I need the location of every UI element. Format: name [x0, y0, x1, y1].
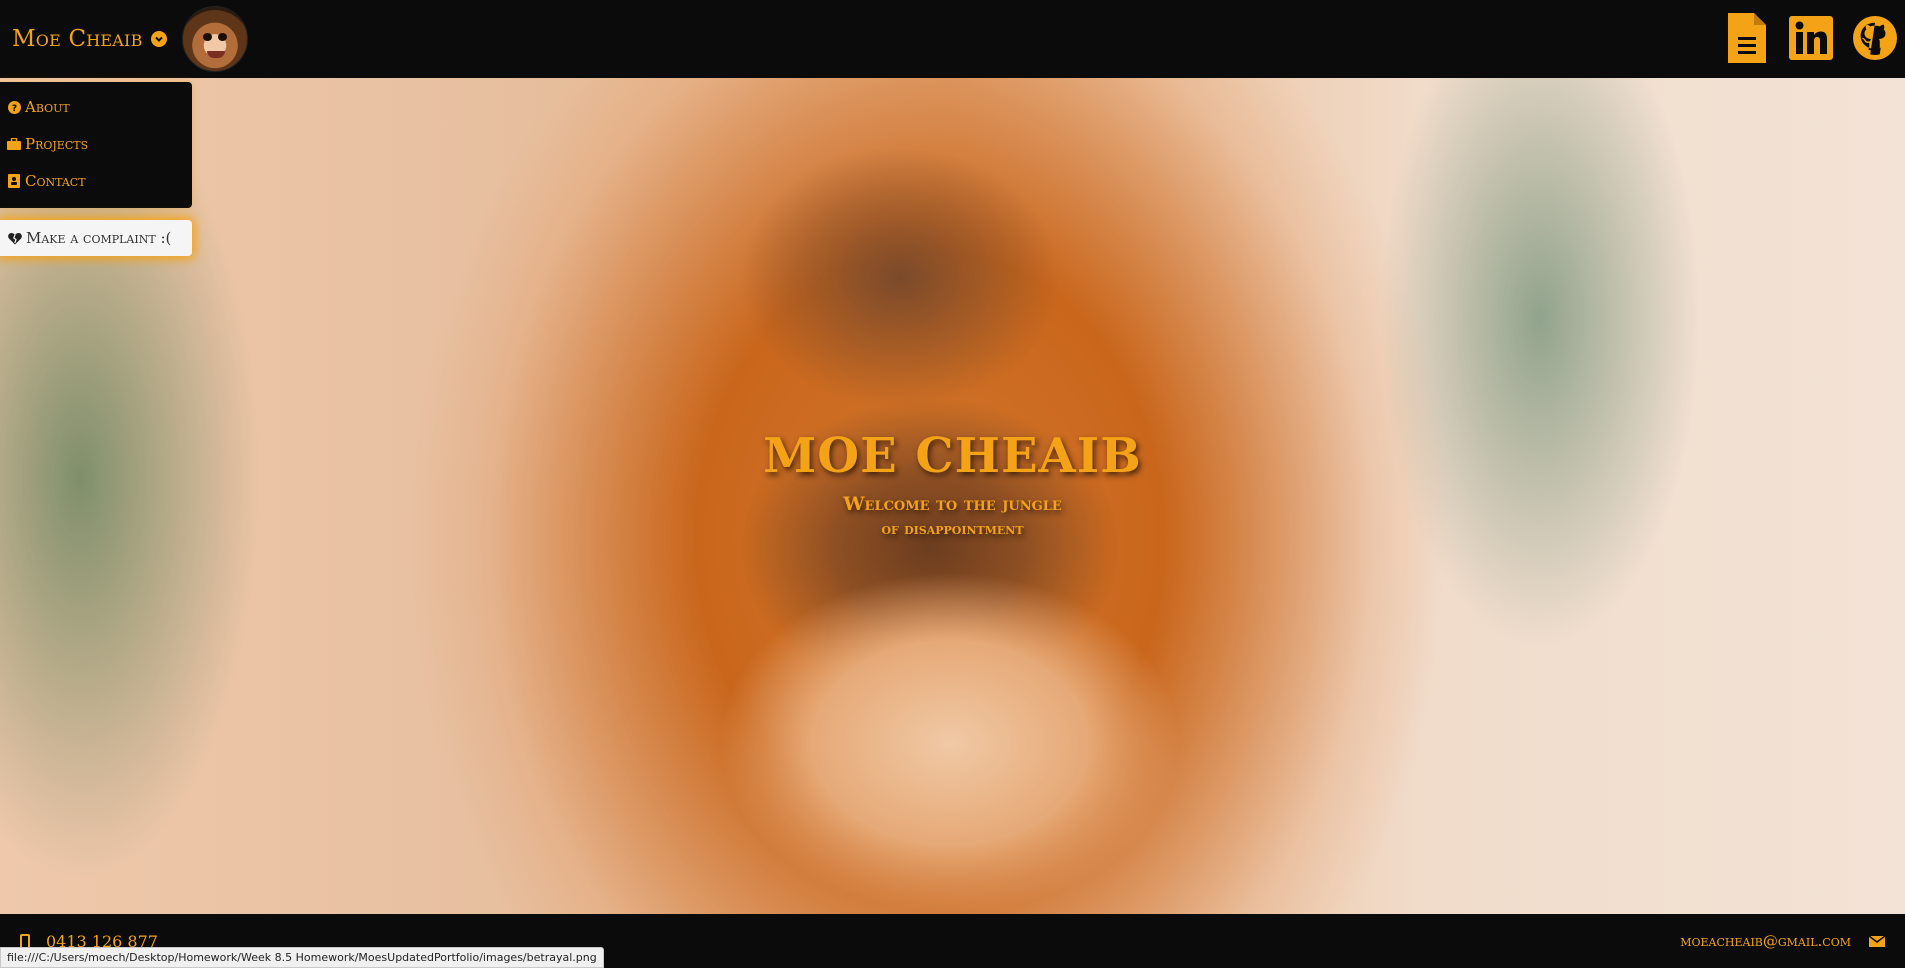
- question-circle-icon: ?: [7, 100, 21, 114]
- menu-item-contact[interactable]: Contact: [7, 172, 86, 190]
- complaint-label: Make a complaint :(: [26, 229, 172, 247]
- menu-item-label: About: [25, 98, 70, 116]
- menu-item-projects[interactable]: Projects: [7, 135, 88, 153]
- browser-status-url: file:///C:/Users/moech/Desktop/Homework/…: [0, 947, 604, 968]
- brand-name: Moe Cheaib: [12, 26, 143, 52]
- menu-item-label: Projects: [25, 135, 89, 153]
- dropdown-menu: ? About Projects Contact: [0, 82, 192, 208]
- hero-background: MOE CHEAIB Welcome to the jungle of disa…: [0, 78, 1905, 914]
- resume-document-icon[interactable]: [1725, 13, 1769, 63]
- menu-item-about[interactable]: ? About: [7, 98, 70, 116]
- brand-dropdown-toggle[interactable]: Moe Cheaib: [12, 26, 167, 52]
- email-address: moeacheaib@gmail.com: [1680, 932, 1851, 950]
- hero-subtitle: Welcome to the jungle: [843, 493, 1062, 515]
- envelope-icon: [1869, 935, 1885, 947]
- avatar: [182, 6, 248, 72]
- chevron-down-icon: [150, 31, 167, 47]
- linkedin-icon[interactable]: [1789, 13, 1833, 63]
- briefcase-icon: [7, 137, 21, 151]
- complaint-button[interactable]: Make a complaint :(: [0, 220, 192, 256]
- top-navbar: Moe Cheaib: [0, 0, 1905, 78]
- address-book-icon: [7, 174, 21, 188]
- broken-heart-icon: [7, 231, 22, 246]
- menu-item-label: Contact: [25, 172, 86, 190]
- svg-text:?: ?: [11, 104, 16, 114]
- footer-email-link[interactable]: moeacheaib@gmail.com: [1680, 932, 1885, 950]
- hero-subtitle-2: of disappointment: [881, 520, 1024, 538]
- github-icon[interactable]: [1853, 13, 1897, 63]
- hero-title: MOE CHEAIB: [763, 428, 1142, 484]
